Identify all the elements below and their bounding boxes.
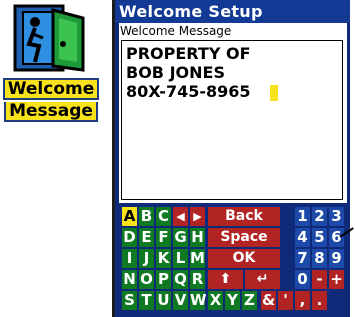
key-6[interactable]: 6 bbox=[329, 228, 344, 247]
key-d[interactable]: D bbox=[122, 228, 137, 247]
key-y[interactable]: Y bbox=[225, 291, 240, 310]
key-r[interactable]: R bbox=[190, 270, 205, 289]
back-button[interactable]: Back bbox=[208, 207, 280, 226]
on-screen-keyboard: A B C ◀ ▶ Back 1 2 3 D E F G H Space 4 5… bbox=[119, 205, 347, 317]
key-x[interactable]: X bbox=[208, 291, 223, 310]
key-h[interactable]: H bbox=[190, 228, 205, 247]
key-g[interactable]: G bbox=[173, 228, 188, 247]
key-t[interactable]: T bbox=[139, 291, 154, 310]
welcome-message-field[interactable]: PROPERTY OF BOB JONES 80X-745-8965 bbox=[121, 40, 343, 200]
key-n[interactable]: N bbox=[122, 270, 137, 289]
key-w[interactable]: W bbox=[190, 291, 207, 310]
key-right-arrow[interactable]: ▶ bbox=[190, 207, 205, 226]
key-f[interactable]: F bbox=[156, 228, 171, 247]
key-ampersand[interactable]: & bbox=[261, 291, 276, 310]
icon-label-line2: Message bbox=[0, 100, 102, 122]
key-left-arrow[interactable]: ◀ bbox=[173, 207, 188, 226]
text-cursor bbox=[270, 85, 278, 101]
key-period[interactable]: . bbox=[312, 291, 327, 310]
key-plus[interactable]: + bbox=[329, 270, 344, 289]
key-m[interactable]: M bbox=[190, 249, 205, 268]
key-9[interactable]: 9 bbox=[329, 249, 344, 268]
device-screen: Welcome Setup Welcome Message PROPERTY O… bbox=[112, 0, 350, 317]
ok-button[interactable]: OK bbox=[208, 249, 280, 268]
space-button[interactable]: Space bbox=[208, 228, 280, 247]
message-line-2: BOB JONES bbox=[126, 63, 225, 82]
key-u[interactable]: U bbox=[156, 291, 171, 310]
key-v[interactable]: V bbox=[173, 291, 188, 310]
key-c[interactable]: C bbox=[156, 207, 171, 226]
content-area: Welcome Message PROPERTY OF BOB JONES 80… bbox=[119, 23, 347, 203]
key-s[interactable]: S bbox=[122, 291, 137, 310]
key-z[interactable]: Z bbox=[242, 291, 257, 310]
key-apostrophe[interactable]: ' bbox=[278, 291, 293, 310]
key-4[interactable]: 4 bbox=[295, 228, 310, 247]
key-j[interactable]: J bbox=[139, 249, 154, 268]
message-line-3: 80X-745-8965 bbox=[126, 82, 251, 101]
key-p[interactable]: P bbox=[156, 270, 171, 289]
key-8[interactable]: 8 bbox=[312, 249, 327, 268]
key-o[interactable]: O bbox=[139, 270, 154, 289]
title-bar: Welcome Setup bbox=[115, 0, 350, 23]
shift-button[interactable]: ⬆ bbox=[208, 270, 243, 289]
key-3[interactable]: 3 bbox=[329, 207, 344, 226]
key-q[interactable]: Q bbox=[173, 270, 188, 289]
key-b[interactable]: B bbox=[139, 207, 154, 226]
key-7[interactable]: 7 bbox=[295, 249, 310, 268]
key-e[interactable]: E bbox=[139, 228, 154, 247]
door-exit-icon bbox=[13, 4, 85, 72]
key-k[interactable]: K bbox=[156, 249, 171, 268]
key-comma[interactable]: , bbox=[295, 291, 310, 310]
key-2[interactable]: 2 bbox=[312, 207, 327, 226]
key-i[interactable]: I bbox=[122, 249, 137, 268]
message-line-1: PROPERTY OF bbox=[126, 44, 251, 63]
field-label: Welcome Message bbox=[120, 24, 232, 38]
key-a[interactable]: A bbox=[122, 207, 137, 226]
enter-button[interactable]: ↵ bbox=[245, 270, 280, 289]
key-l[interactable]: L bbox=[173, 249, 188, 268]
key-minus[interactable]: - bbox=[312, 270, 327, 289]
key-1[interactable]: 1 bbox=[295, 207, 310, 226]
icon-label-line1: Welcome bbox=[0, 78, 102, 100]
key-5[interactable]: 5 bbox=[312, 228, 327, 247]
key-0[interactable]: 0 bbox=[295, 270, 310, 289]
